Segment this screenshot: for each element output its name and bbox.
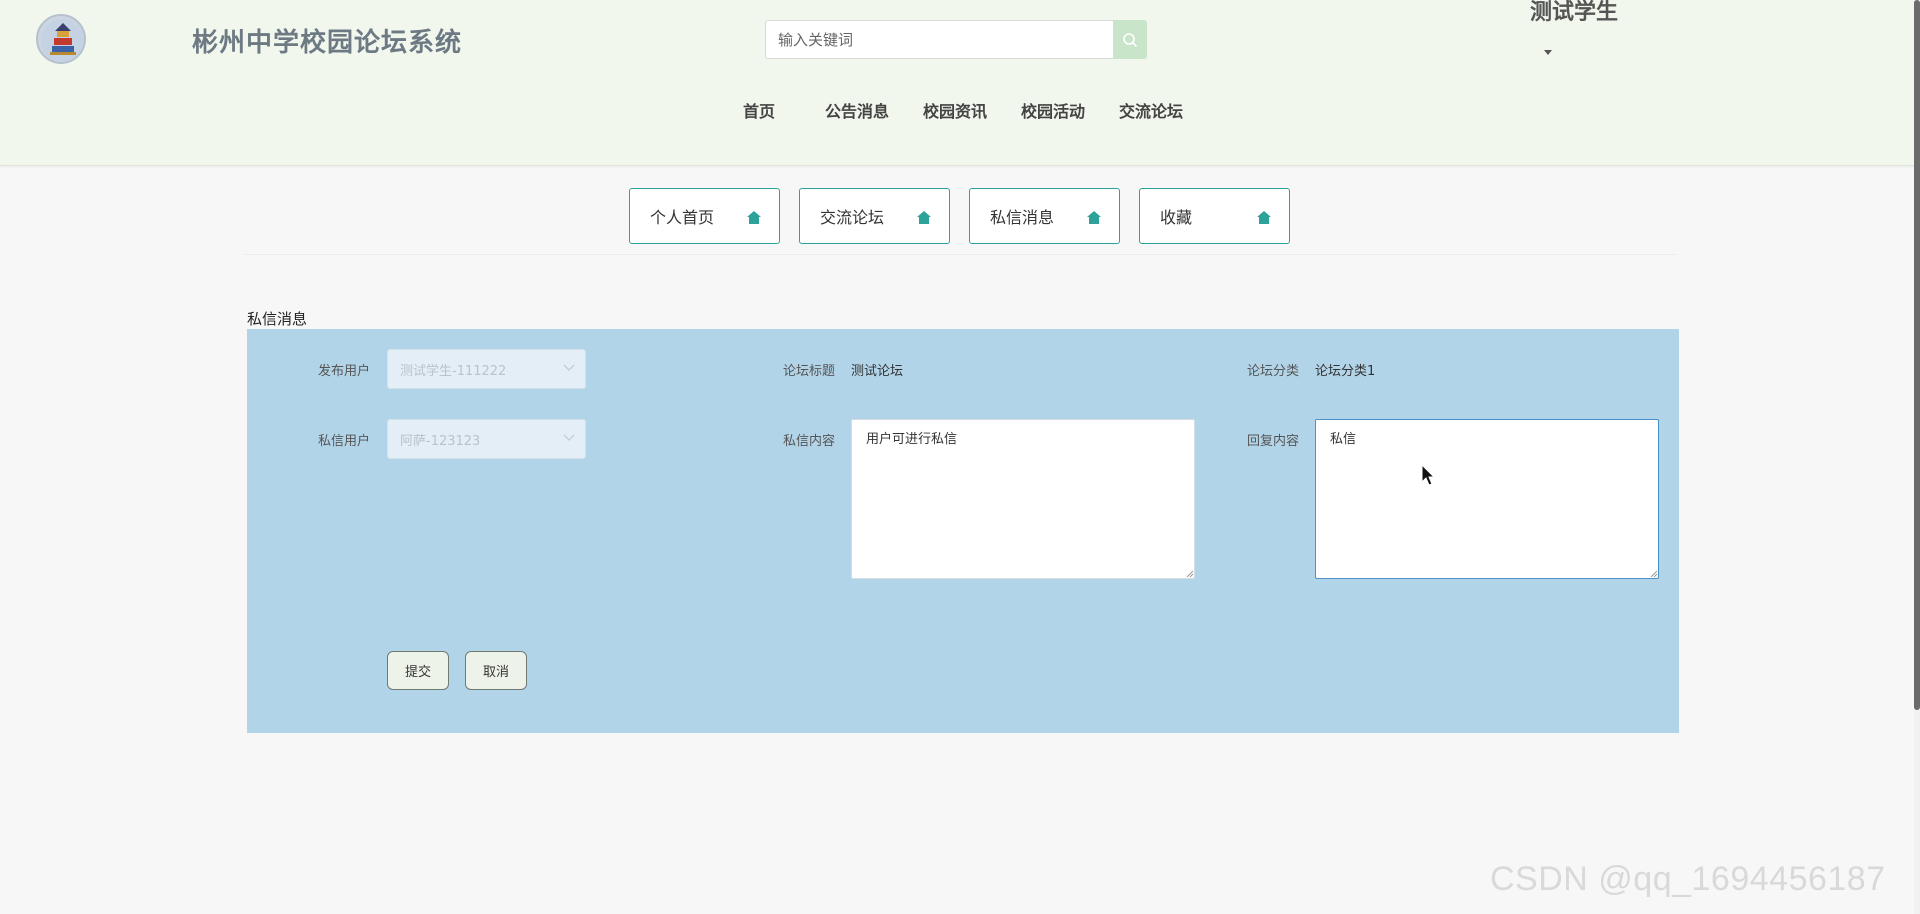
publisher-label: 发布用户: [318, 364, 371, 379]
tab-label: 个人首页: [650, 208, 715, 227]
search-input[interactable]: [765, 20, 1114, 59]
forum-category-label: 论坛分类: [1247, 364, 1300, 379]
tab-label: 私信消息: [990, 208, 1055, 227]
recipient-label: 私信用户: [318, 434, 371, 449]
chevron-down-icon: [563, 434, 575, 441]
watermark: CSDN @qq_1694456187: [1490, 860, 1886, 898]
nav-home[interactable]: 首页: [743, 98, 775, 122]
recipient-select-value: 阿萨-123123: [400, 433, 481, 449]
nav-campus-activities[interactable]: 校园活动: [1021, 98, 1085, 122]
tab-divider: [245, 254, 1677, 255]
search-icon: [1123, 32, 1138, 47]
forum-title-label: 论坛标题: [783, 364, 836, 379]
user-name[interactable]: 测试学生: [1530, 0, 1618, 26]
tab-forum[interactable]: 交流论坛: [799, 188, 950, 244]
nav-announcements[interactable]: 公告消息: [825, 98, 889, 122]
tab-personal-home[interactable]: 个人首页: [629, 188, 780, 244]
nav-campus-news[interactable]: 校园资讯: [923, 98, 987, 122]
cancel-button[interactable]: 取消: [465, 651, 527, 690]
reply-content-textarea[interactable]: 私信: [1315, 419, 1659, 579]
main-nav: 首页 公告消息 校园资讯 校园活动 交流论坛: [0, 98, 1914, 122]
message-content-textarea[interactable]: 用户可进行私信: [851, 419, 1195, 579]
forum-category-value: 论坛分类1: [1315, 364, 1376, 379]
school-logo[interactable]: [36, 14, 86, 64]
publisher-select-value: 测试学生-111222: [400, 363, 507, 379]
resize-grip-icon[interactable]: [1186, 570, 1194, 578]
message-content-label: 私信内容: [783, 434, 836, 449]
nav-forum[interactable]: 交流论坛: [1119, 98, 1183, 122]
tab-private-messages[interactable]: 私信消息: [969, 188, 1120, 244]
message-form-panel: 发布用户 测试学生-111222 私信用户 阿萨-123123 论坛标题 测试论…: [247, 329, 1679, 733]
house-icon: [747, 211, 761, 224]
mouse-cursor-icon: [1421, 464, 1436, 486]
publisher-select[interactable]: 测试学生-111222: [387, 349, 586, 389]
reply-content-label: 回复内容: [1247, 434, 1300, 449]
chevron-down-icon: [563, 364, 575, 371]
site-title[interactable]: 彬州中学校园论坛系统: [192, 22, 462, 59]
forum-title-value: 测试论坛: [851, 364, 904, 379]
tab-label: 收藏: [1160, 208, 1193, 227]
submit-button[interactable]: 提交: [387, 651, 449, 690]
search-button[interactable]: [1113, 20, 1147, 59]
site-header: 彬州中学校园论坛系统 测试学生 首页 公告消息 校园资讯 校园活动 交流论坛: [0, 0, 1914, 166]
resize-grip-icon[interactable]: [1650, 570, 1658, 578]
house-icon: [1257, 211, 1271, 224]
house-icon: [917, 211, 931, 224]
tab-favorites[interactable]: 收藏: [1139, 188, 1290, 244]
tab-label: 交流论坛: [820, 208, 885, 227]
house-icon: [1087, 211, 1101, 224]
scrollbar-thumb[interactable]: [1914, 0, 1920, 710]
recipient-select[interactable]: 阿萨-123123: [387, 419, 586, 459]
section-title: 私信消息: [247, 310, 308, 328]
user-menu-caret-icon[interactable]: [1544, 50, 1552, 55]
